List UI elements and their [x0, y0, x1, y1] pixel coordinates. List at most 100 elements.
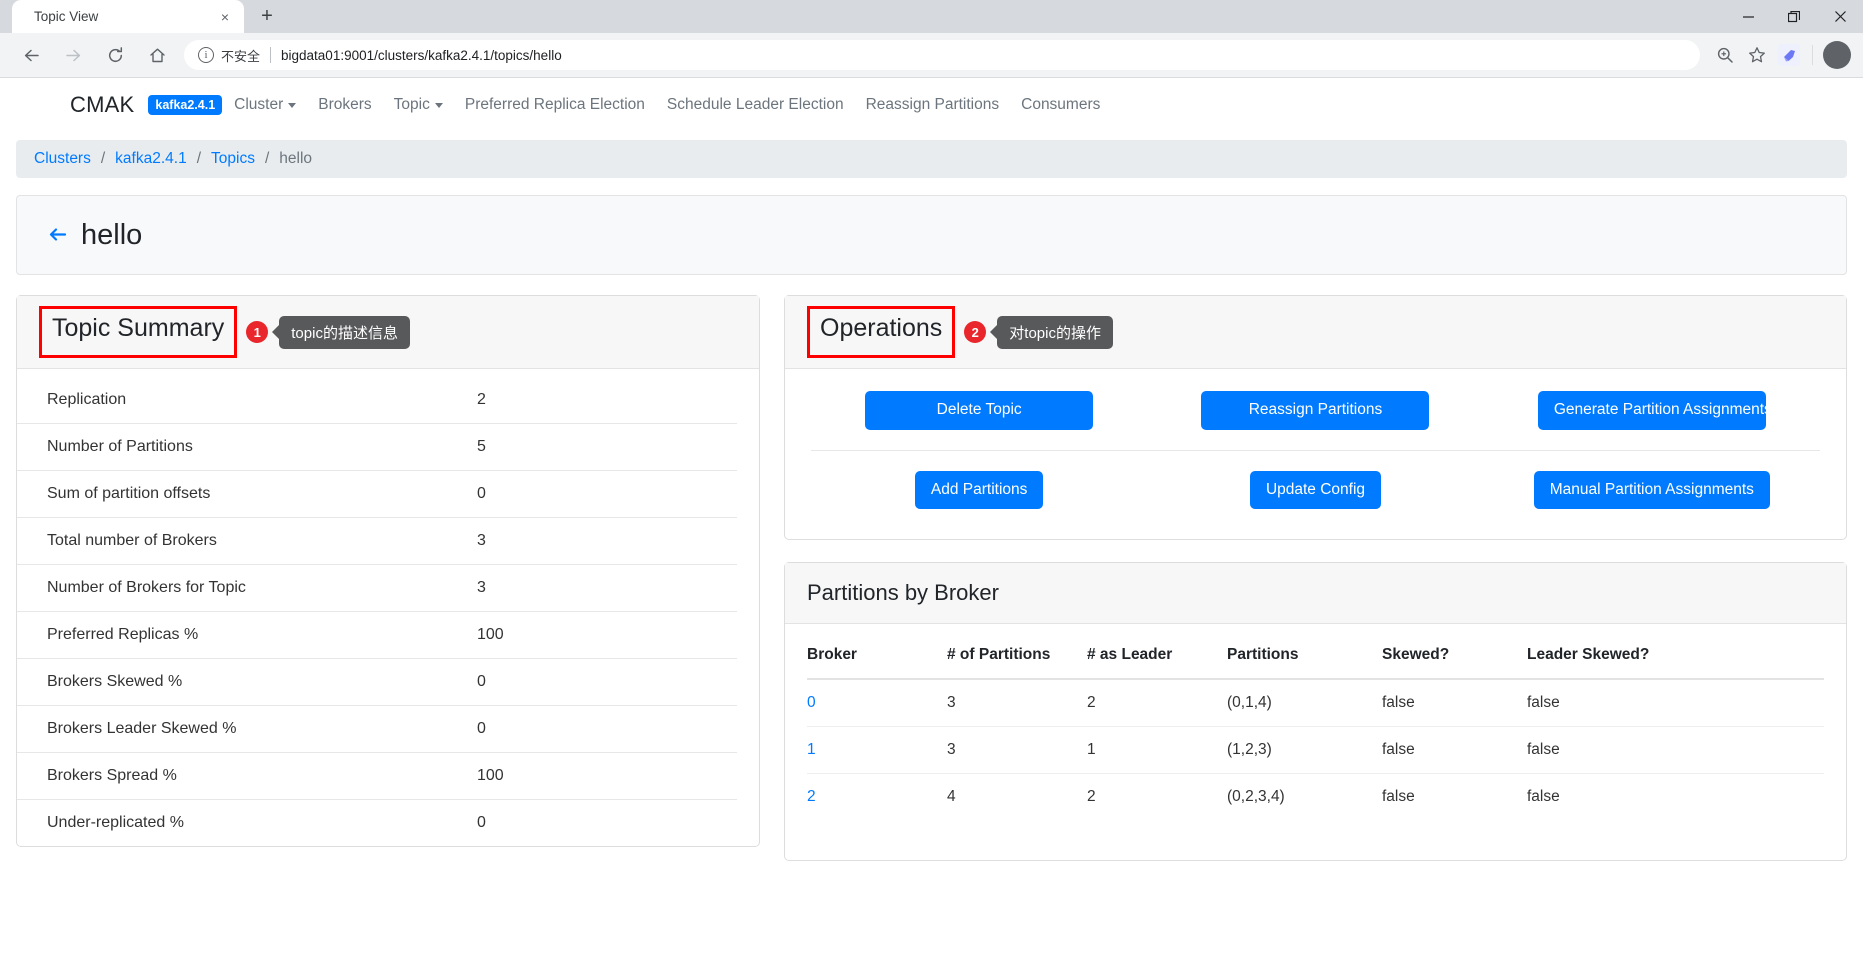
column-header-leader-skewed: Leader Skewed? — [1527, 642, 1824, 681]
new-tab-button[interactable]: + — [252, 1, 282, 31]
summary-value: 5 — [477, 438, 486, 455]
cell-leader-skewed: false — [1527, 679, 1824, 728]
summary-label: Brokers Skewed % — [47, 673, 183, 690]
nav-link-topic[interactable]: Topic — [394, 96, 443, 114]
table-row: Replication 2 — [17, 377, 737, 424]
table-row: Sum of partition offsets 0 — [17, 470, 737, 518]
summary-label: Total number of Brokers — [47, 532, 217, 549]
operations-body: Delete Topic Reassign Partitions Generat… — [785, 369, 1846, 539]
manual-partition-assignments-button[interactable]: Manual Partition Assignments — [1533, 470, 1770, 510]
nav-link-consumers[interactable]: Consumers — [1021, 96, 1100, 114]
summary-label: Brokers Spread % — [47, 767, 177, 784]
reassign-partitions-button[interactable]: Reassign Partitions — [1201, 391, 1430, 430]
cell-num-as-leader: 2 — [1087, 679, 1227, 728]
partitions-by-broker-title: Partitions by Broker — [807, 580, 999, 606]
table-body: 0 3 2 (0,1,4) false false 1 3 1 (1,2,3) … — [807, 679, 1824, 820]
topic-summary-body: Replication 2 Number of Partitions 5 Sum… — [17, 369, 759, 846]
extension-badge — [1778, 44, 1800, 66]
operations-divider — [811, 449, 1820, 451]
breadcrumb-item-kafka[interactable]: kafka2.4.1 — [115, 150, 187, 168]
nav-link-cluster[interactable]: Cluster — [234, 96, 297, 114]
button-cell: Manual Partition Assignments — [1484, 470, 1820, 510]
summary-value: 0 — [477, 485, 486, 502]
address-bar[interactable]: i 不安全 bigdata01:9001/clusters/kafka2.4.1… — [184, 40, 1700, 70]
zoom-icon[interactable] — [1710, 40, 1740, 70]
topic-summary-card: Topic Summary 1 topic的描述信息 Replication 2 — [16, 295, 760, 847]
table-row: Preferred Replicas % 100 — [17, 611, 737, 659]
summary-label: Brokers Leader Skewed % — [47, 720, 237, 737]
cell-skewed: false — [1382, 726, 1527, 775]
profile-avatar[interactable] — [1823, 40, 1853, 70]
summary-value: 3 — [477, 532, 486, 549]
window-close-icon[interactable] — [1817, 0, 1863, 33]
nav-link-brokers[interactable]: Brokers — [318, 96, 371, 114]
breadcrumb-item-topics[interactable]: Topics — [211, 150, 255, 168]
bookmark-star-icon[interactable] — [1742, 40, 1772, 70]
info-icon[interactable]: i — [198, 47, 214, 63]
summary-value: 0 — [477, 814, 486, 831]
summary-label: Under-replicated % — [47, 814, 184, 831]
broker-link[interactable]: 1 — [807, 741, 816, 758]
maximize-icon[interactable] — [1771, 0, 1817, 33]
annotation-tooltip-2: 对topic的操作 — [997, 315, 1113, 349]
broker-link[interactable]: 0 — [807, 694, 816, 711]
broker-link[interactable]: 2 — [807, 788, 816, 805]
left-column: Topic Summary 1 topic的描述信息 Replication 2 — [16, 295, 760, 847]
forward-icon[interactable] — [57, 39, 89, 71]
nav-link-reassign-partitions[interactable]: Reassign Partitions — [866, 96, 1000, 114]
operations-button-row-2: Add Partitions Update Config Manual Part… — [811, 470, 1820, 514]
home-icon[interactable] — [141, 39, 173, 71]
close-icon[interactable]: × — [216, 8, 234, 26]
column-header-num-as-leader: # as Leader — [1087, 642, 1227, 681]
browser-toolbar: i 不安全 bigdata01:9001/clusters/kafka2.4.1… — [0, 33, 1863, 78]
summary-label: Sum of partition offsets — [47, 485, 211, 502]
extension-icon[interactable] — [1774, 40, 1804, 70]
chevron-down-icon — [288, 102, 297, 108]
nav-link-schedule-leader-election[interactable]: Schedule Leader Election — [667, 96, 844, 114]
security-status-label: 不安全 — [221, 48, 261, 64]
button-cell: Delete Topic — [811, 391, 1147, 430]
operations-card: Operations 2 对topic的操作 Delete Topic Reas… — [784, 295, 1847, 541]
annotation-badge-2: 2 — [964, 321, 987, 343]
update-config-button[interactable]: Update Config — [1249, 470, 1382, 510]
cell-partitions: (0,1,4) — [1227, 679, 1382, 728]
topic-summary-title: Topic Summary — [52, 314, 225, 342]
summary-label: Replication — [47, 391, 127, 408]
page-title-card: hello — [16, 195, 1847, 275]
summary-value: 0 — [477, 720, 486, 737]
summary-label: Preferred Replicas % — [47, 626, 199, 643]
breadcrumb-separator: / — [100, 150, 106, 167]
minimize-icon[interactable] — [1725, 0, 1771, 33]
nav-link-preferred-replica-election[interactable]: Preferred Replica Election — [465, 96, 645, 114]
cell-broker-link[interactable]: 0 — [807, 679, 947, 728]
cell-leader-skewed: false — [1527, 788, 1560, 806]
delete-topic-button[interactable]: Delete Topic — [865, 391, 1094, 430]
window-controls — [1725, 0, 1863, 33]
button-cell: Update Config — [1147, 470, 1483, 510]
cell-num-as-leader: 2 — [1087, 788, 1096, 806]
breadcrumb-item-clusters[interactable]: Clusters — [34, 150, 91, 168]
back-arrow-icon[interactable] — [49, 226, 67, 244]
operations-highlight-box: Operations — [807, 306, 956, 358]
reload-icon[interactable] — [99, 39, 131, 71]
summary-value: 2 — [477, 391, 486, 408]
summary-value: 0 — [477, 673, 486, 690]
cluster-badge[interactable]: kafka2.4.1 — [148, 95, 223, 115]
nav-link-cluster-label: Cluster — [234, 96, 284, 113]
table-header: Broker # of Partitions # as Leader Parti… — [807, 642, 1824, 681]
nav-link-topic-label: Topic — [393, 96, 430, 113]
breadcrumb: Clusters / kafka2.4.1 / Topics / hello — [16, 140, 1847, 178]
page-title: hello — [81, 218, 143, 251]
browser-tab[interactable]: Topic View × — [12, 0, 244, 33]
cell-broker-link[interactable]: 1 — [807, 726, 947, 775]
back-icon[interactable] — [15, 39, 47, 71]
cell-broker-link[interactable]: 2 — [807, 774, 947, 821]
breadcrumb-separator: / — [264, 150, 270, 167]
add-partitions-button[interactable]: Add Partitions — [914, 470, 1044, 510]
cell-skewed: false — [1382, 788, 1415, 806]
generate-partition-assignments-button[interactable]: Generate Partition Assignments — [1537, 391, 1772, 430]
app-brand[interactable]: CMAK — [70, 92, 134, 118]
table-row: Brokers Leader Skewed % 0 — [17, 705, 737, 753]
avatar — [1823, 41, 1851, 69]
topic-summary-highlight-box: Topic Summary — [39, 306, 238, 358]
